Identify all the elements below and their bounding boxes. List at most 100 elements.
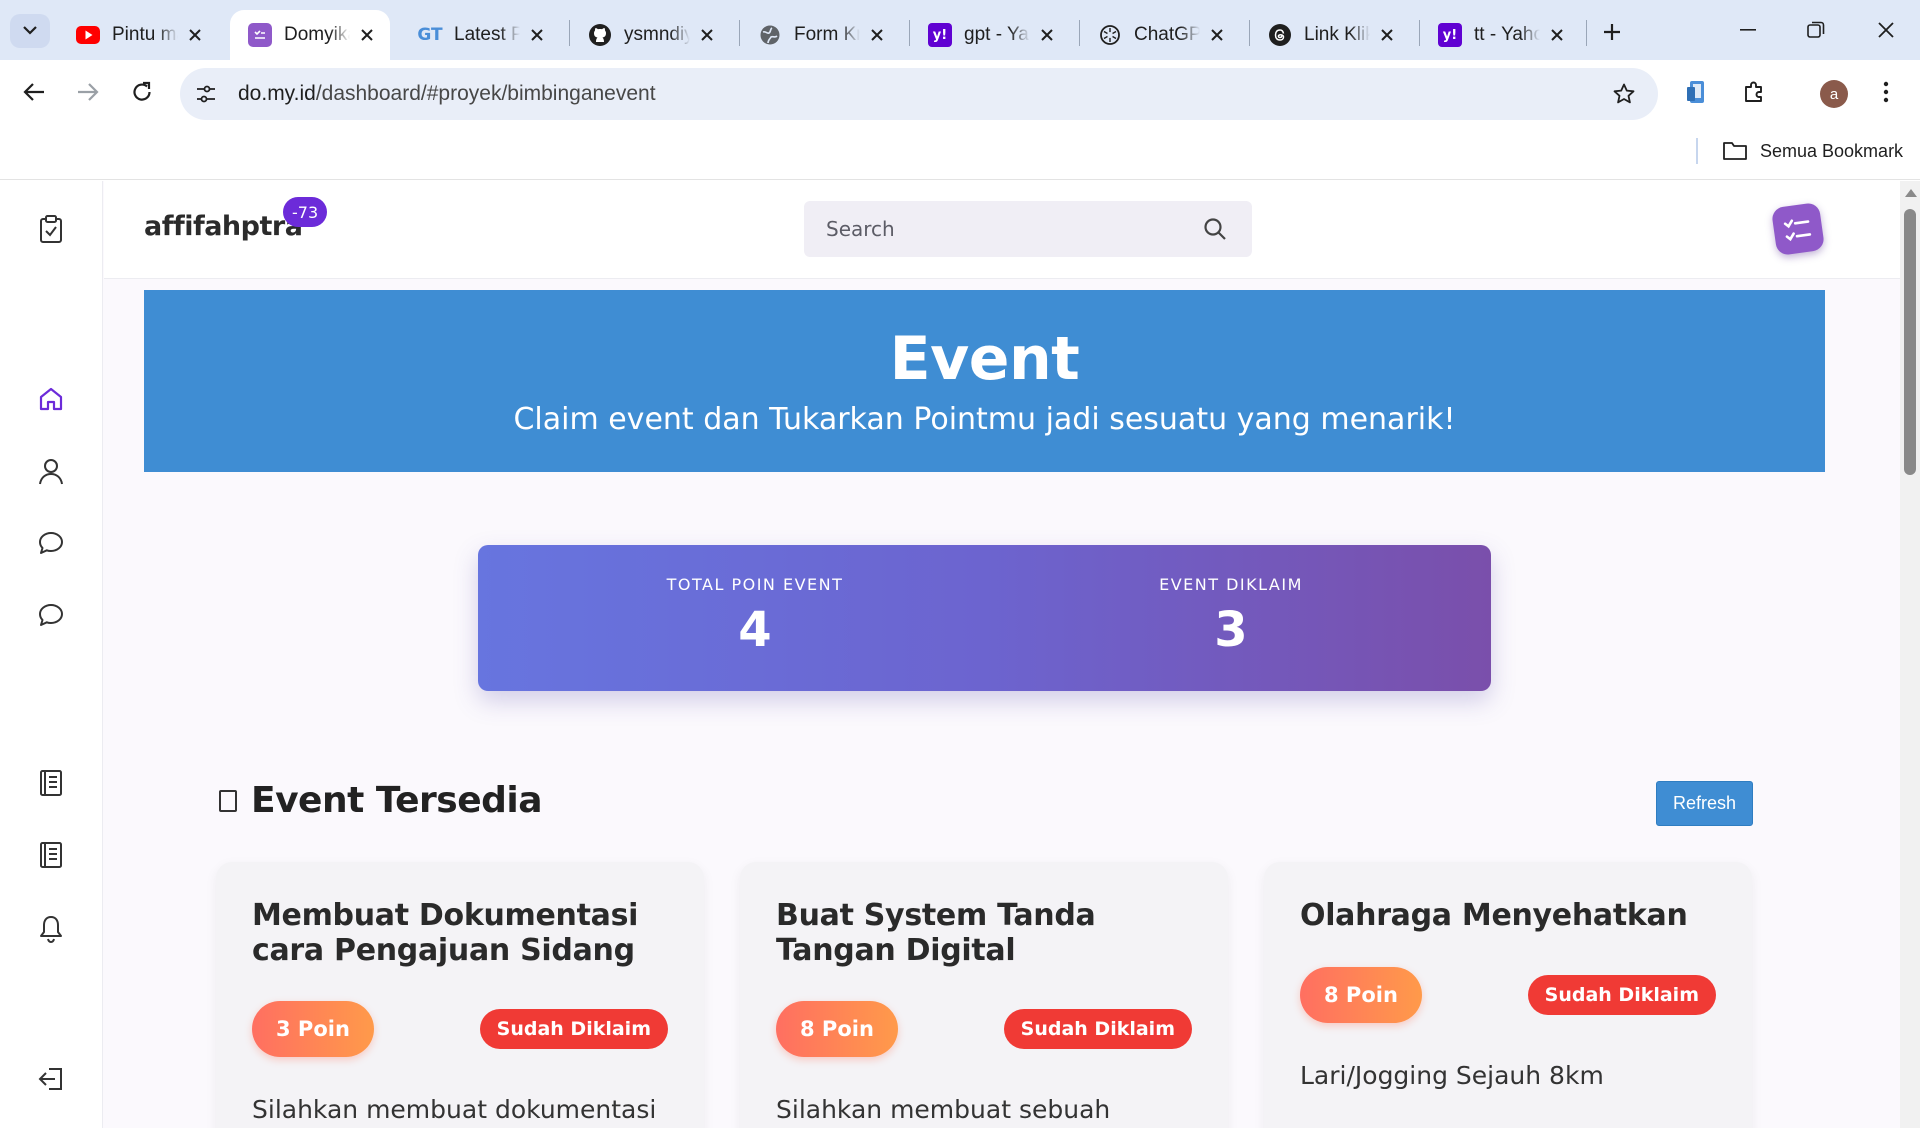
event-card[interactable]: Olahraga Menyehatkan 8 Poin Sudah Diklai… xyxy=(1264,862,1752,1128)
site-info-button[interactable] xyxy=(186,74,226,114)
sidebar-item-logout[interactable] xyxy=(33,1061,69,1097)
bookmark-separator xyxy=(1696,138,1698,164)
browser-tab[interactable]: Form Kr xyxy=(740,10,900,60)
close-icon[interactable] xyxy=(526,24,548,46)
tab-label: Form Kr xyxy=(794,24,860,45)
search-icon[interactable] xyxy=(1200,214,1230,244)
close-icon[interactable] xyxy=(356,24,378,46)
sidebar-item-book[interactable] xyxy=(33,765,69,801)
tab-label: ChatGP xyxy=(1134,24,1200,45)
scroll-up-arrow-icon[interactable] xyxy=(1905,189,1917,197)
tab-label: tt - Yaho xyxy=(1474,24,1540,45)
section-title: Event Tersedia xyxy=(251,780,543,821)
restore-button[interactable] xyxy=(1798,14,1834,46)
new-tab-button[interactable] xyxy=(1596,16,1628,48)
close-icon xyxy=(1878,22,1894,38)
browser-tab[interactable]: GT Latest P xyxy=(400,10,560,60)
book-icon xyxy=(40,770,62,796)
arrow-right-icon xyxy=(78,83,99,101)
close-icon[interactable] xyxy=(1206,24,1228,46)
all-bookmarks-button[interactable]: Semua Bookmark xyxy=(1722,136,1903,166)
close-icon[interactable] xyxy=(696,24,718,46)
sidebar-item-tasks[interactable] xyxy=(33,211,69,247)
points-pill: 8 Poin xyxy=(1300,967,1422,1023)
browser-tab[interactable]: y! tt - Yaho xyxy=(1420,10,1580,60)
browser-toolbar: do.my.id/dashboard/#proyek/bimbinganeven… xyxy=(0,60,1920,124)
browser-menu-button[interactable] xyxy=(1868,74,1904,110)
sidebar-item-notifications[interactable] xyxy=(33,911,69,947)
all-bookmarks-label: Semua Bookmark xyxy=(1760,140,1904,161)
tab-label: Pintu ma xyxy=(112,24,178,45)
close-icon[interactable] xyxy=(184,24,206,46)
browser-tab-active[interactable]: Domyika xyxy=(230,10,390,60)
forward-button[interactable] xyxy=(70,74,106,110)
close-icon[interactable] xyxy=(866,24,888,46)
url-text[interactable]: do.my.id/dashboard/#proyek/bimbinganeven… xyxy=(238,82,656,106)
points-pill: 3 Poin xyxy=(252,1001,374,1057)
sidebar-item-book-2[interactable] xyxy=(33,837,69,873)
stat-total-points: TOTAL POIN EVENT 4 xyxy=(625,575,885,658)
tune-icon xyxy=(197,85,215,103)
page-scrollbar[interactable] xyxy=(1900,181,1920,1128)
sidebar-item-profile[interactable] xyxy=(33,453,69,489)
threads-icon xyxy=(1268,23,1292,47)
page-header: affifahptra -73 xyxy=(104,181,1900,279)
close-window-button[interactable] xyxy=(1868,14,1904,46)
close-icon[interactable] xyxy=(1376,24,1398,46)
browser-tab[interactable]: y! gpt - Ya xyxy=(910,10,1070,60)
close-icon[interactable] xyxy=(1546,24,1568,46)
sidebar xyxy=(0,181,103,1128)
book-icon xyxy=(40,842,62,868)
event-card[interactable]: Buat System Tanda Tangan Digital 8 Poin … xyxy=(740,862,1228,1128)
event-card[interactable]: Membuat Dokumentasi cara Pengajuan Sidan… xyxy=(216,862,704,1128)
search-input[interactable] xyxy=(826,217,1200,241)
app-logo[interactable] xyxy=(1770,201,1826,257)
tab-search-button[interactable] xyxy=(10,14,50,48)
checkbox-icon xyxy=(219,789,237,812)
close-icon[interactable] xyxy=(1036,24,1058,46)
event-title: Olahraga Menyehatkan xyxy=(1300,898,1688,933)
browser-tab[interactable]: ysmndiy xyxy=(570,10,730,60)
event-description: Lari/Jogging Sejauh 8km xyxy=(1300,1061,1604,1090)
tab-label: ysmndiy xyxy=(624,24,690,45)
chat-bubble-icon xyxy=(39,604,63,626)
status-badge: Sudah Diklaim xyxy=(1527,975,1716,1015)
sidebar-item-chat-2[interactable] xyxy=(33,597,69,633)
browser-tab[interactable]: Pintu ma xyxy=(58,10,218,60)
phone-icon xyxy=(1687,81,1704,103)
browser-tab[interactable]: ChatGP xyxy=(1080,10,1240,60)
page-subtitle: Claim event dan Tukarkan Pointmu jadi se… xyxy=(513,402,1456,437)
stat-label: TOTAL POIN EVENT xyxy=(666,575,844,594)
extension-phone-button[interactable] xyxy=(1680,74,1716,110)
url-host: do.my.id xyxy=(238,82,316,105)
page-viewport: affifahptra -73 Event Claim event dan Tu… xyxy=(0,181,1920,1128)
sidebar-item-chat[interactable] xyxy=(33,525,69,561)
address-bar[interactable]: do.my.id/dashboard/#proyek/bimbinganeven… xyxy=(180,68,1658,120)
bell-icon xyxy=(40,916,62,944)
tab-label: Latest P xyxy=(454,24,520,45)
puzzle-icon xyxy=(1745,81,1762,102)
refresh-button[interactable]: Refresh xyxy=(1656,781,1753,826)
extensions-button[interactable] xyxy=(1736,74,1772,110)
page-title: Event xyxy=(889,324,1080,394)
tab-label: gpt - Ya xyxy=(964,24,1029,45)
scrollbar-thumb[interactable] xyxy=(1904,209,1916,475)
reload-button[interactable] xyxy=(124,74,160,110)
event-title: Buat System Tanda Tangan Digital xyxy=(776,898,1096,968)
hero-banner: Event Claim event dan Tukarkan Pointmu j… xyxy=(144,290,1825,472)
status-badge: Sudah Diklaim xyxy=(479,1009,668,1049)
sidebar-item-home[interactable] xyxy=(33,381,69,417)
chatgpt-icon xyxy=(1098,23,1122,47)
youtube-icon xyxy=(76,23,100,47)
tab-label: Link Klik xyxy=(1304,24,1370,45)
plus-icon xyxy=(1604,24,1620,40)
arrow-left-icon xyxy=(23,83,44,101)
url-path: /dashboard/#proyek/bimbinganevent xyxy=(315,82,656,105)
stat-value: 4 xyxy=(738,602,772,658)
status-badge: Sudah Diklaim xyxy=(1003,1009,1192,1049)
profile-avatar[interactable]: a xyxy=(1820,80,1848,108)
browser-tab[interactable]: Link Klik xyxy=(1250,10,1410,60)
bookmark-star-button[interactable] xyxy=(1608,78,1640,110)
back-button[interactable] xyxy=(16,74,52,110)
minimize-button[interactable] xyxy=(1730,14,1766,46)
